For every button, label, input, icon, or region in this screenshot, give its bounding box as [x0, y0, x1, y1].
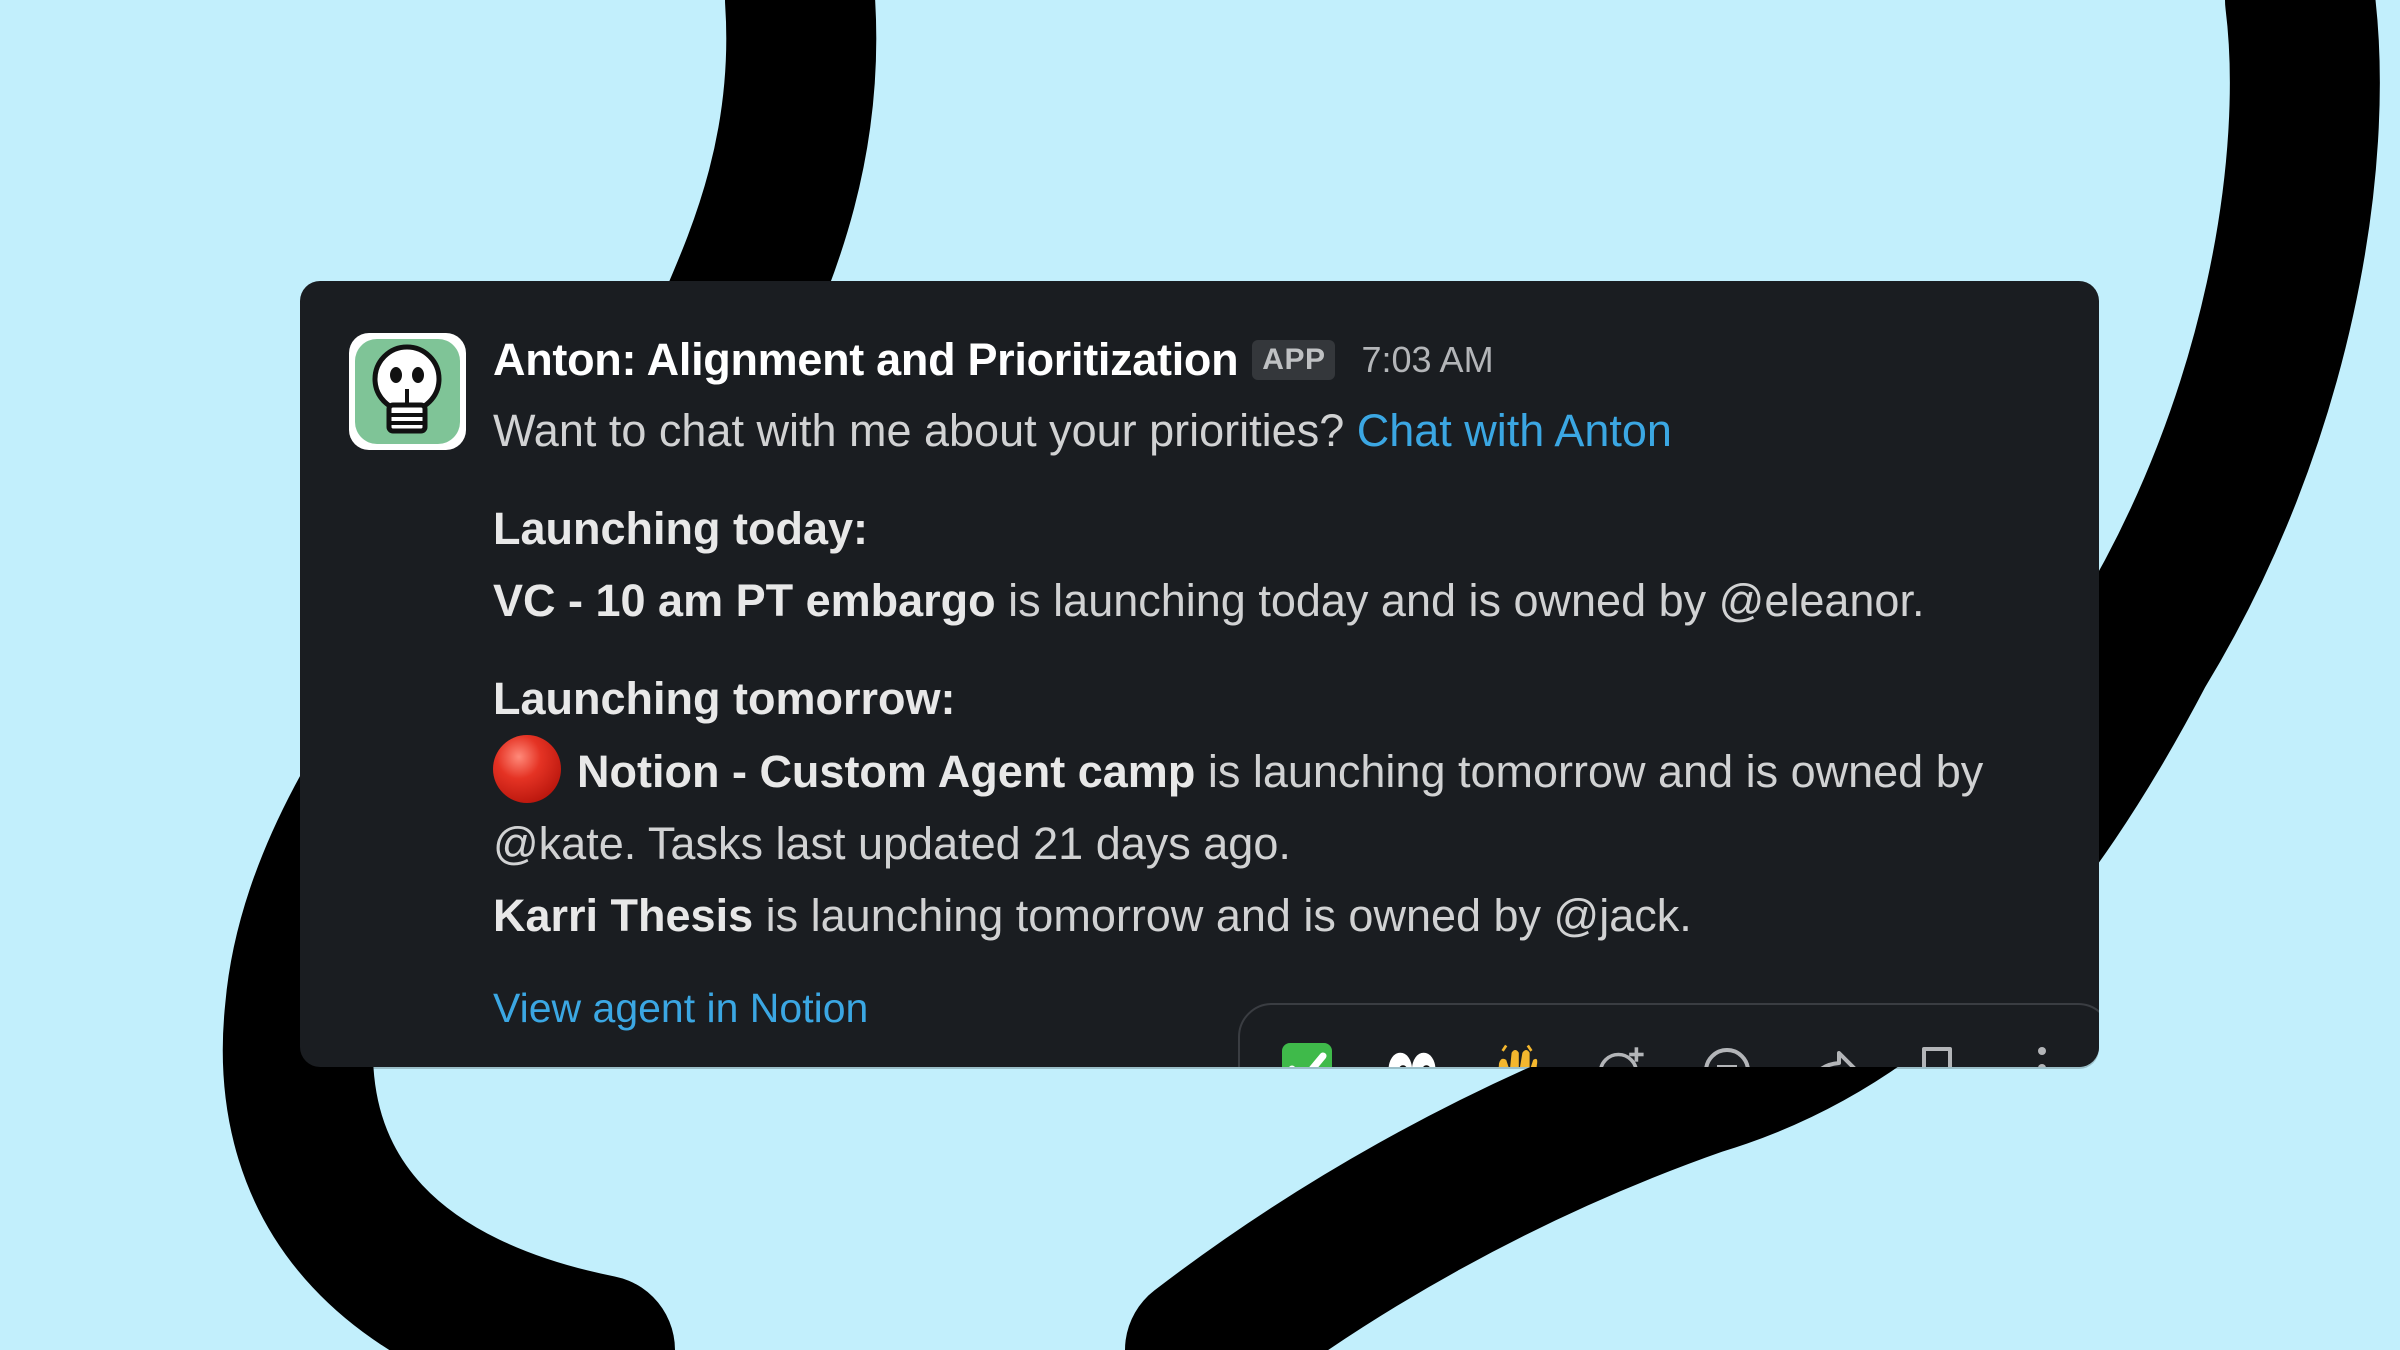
app-avatar[interactable] [349, 333, 466, 450]
chat-with-anton-link[interactable]: Chat with Anton [1357, 405, 1672, 456]
tomorrow-item-2: Karri Thesis is launching tomorrow and i… [493, 880, 2073, 952]
sender-name[interactable]: Anton: Alignment and Prioritization [493, 334, 1239, 386]
message-timestamp[interactable]: 7:03 AM [1361, 339, 1493, 381]
reply-in-thread-icon[interactable] [1700, 1041, 1754, 1067]
red-circle-icon [493, 735, 561, 803]
lightbulb-icon [355, 339, 460, 444]
intro-text: Want to chat with me about your prioriti… [493, 405, 1345, 456]
bookmark-icon[interactable] [1910, 1041, 1964, 1067]
message-content: Anton: Alignment and Prioritization APP … [493, 325, 2073, 1036]
intro-line: Want to chat with me about your prioriti… [493, 395, 2073, 467]
tomorrow-item-2-text: is launching tomorrow and is owned by @j… [765, 890, 1692, 941]
tomorrow-item-1-continued: @kate. Tasks last updated 21 days ago. [493, 818, 1291, 869]
more-actions-icon[interactable] [2015, 1041, 2069, 1067]
app-badge: APP [1252, 340, 1336, 380]
tomorrow-item-1: Notion - Custom Agent camp is launching … [493, 735, 2073, 808]
add-reaction-icon[interactable] [1595, 1041, 1649, 1067]
today-item-title: VC - 10 am PT embargo [493, 575, 996, 626]
tomorrow-heading: Launching tomorrow: [493, 673, 956, 724]
tomorrow-item-2-title: Karri Thesis [493, 890, 754, 941]
message-header: Anton: Alignment and Prioritization APP … [493, 325, 2073, 395]
message-actions-toolbar [1238, 1003, 2099, 1067]
check-mark-icon[interactable] [1280, 1041, 1334, 1067]
today-item: VC - 10 am PT embargo is launching today… [493, 565, 2073, 637]
raised-hands-icon[interactable] [1490, 1041, 1544, 1067]
message-card: Anton: Alignment and Prioritization APP … [300, 281, 2099, 1067]
tomorrow-item-1-text: is launching tomorrow and is owned by [1207, 746, 1984, 797]
today-heading: Launching today: [493, 503, 868, 554]
tomorrow-item-1-title: Notion - Custom Agent camp [577, 746, 1196, 797]
share-icon[interactable] [1805, 1041, 1859, 1067]
eyes-icon[interactable] [1385, 1041, 1439, 1067]
today-item-text: is launching today and is owned by @elea… [1008, 575, 1925, 626]
